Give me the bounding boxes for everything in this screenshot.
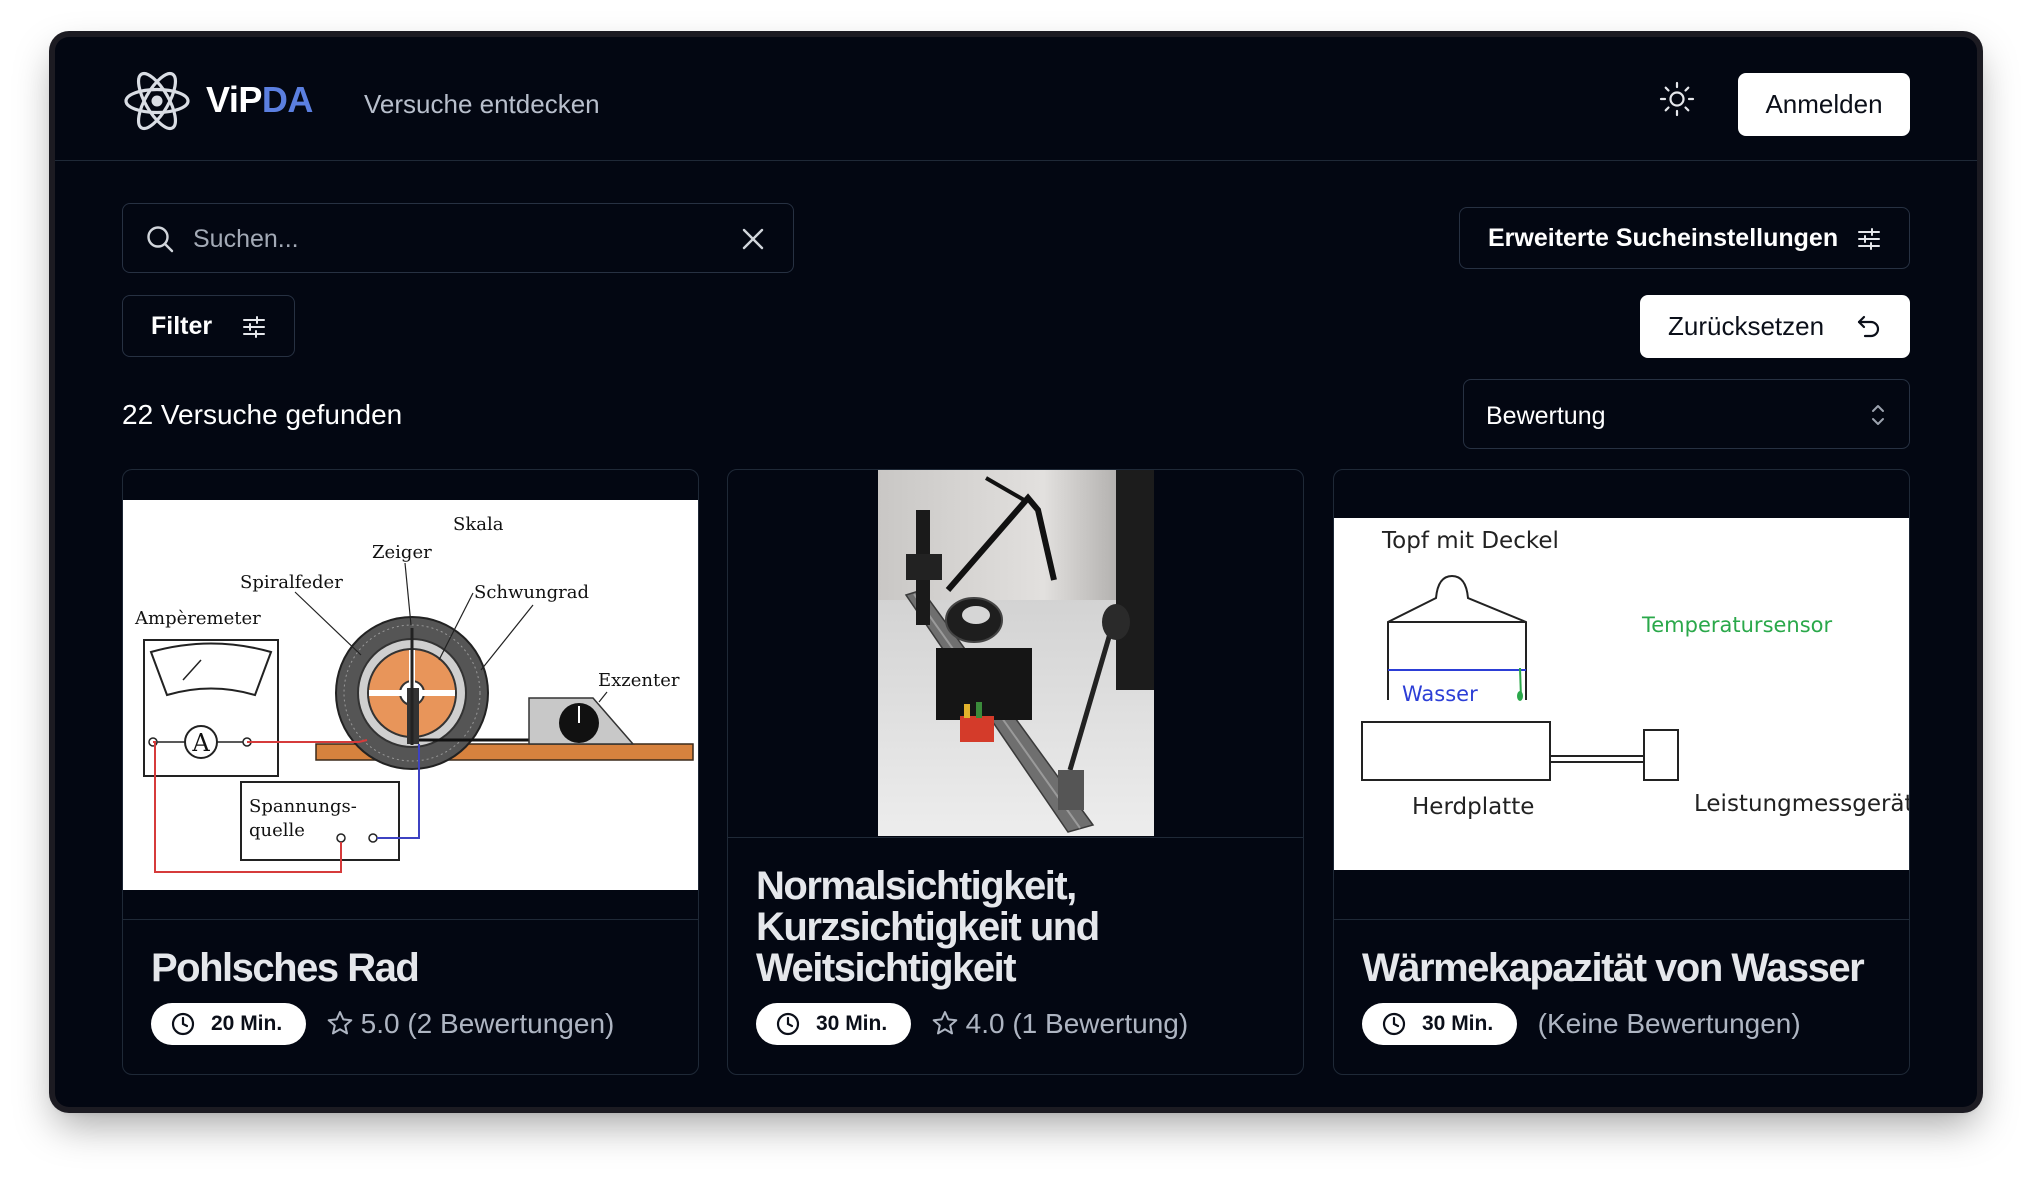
rating-text: 4.0 (1 Bewertung): [965, 1008, 1189, 1039]
result-count: 22 Versuche gefunden: [122, 399, 403, 430]
card-title[interactable]: Pohlsches Rad: [151, 948, 420, 989]
label-wasser: Wasser: [1402, 682, 1478, 706]
optics-setup-photo: [878, 470, 1154, 836]
advanced-search-label: Erweiterte Sucheinstellungen: [1488, 223, 1839, 252]
top-header: ViPDA Versuche entdecken Anmelden: [55, 37, 1977, 161]
label-herdplatte: Herdplatte: [1412, 794, 1534, 820]
clock-icon: [171, 1012, 195, 1036]
label-spannung-2: quelle: [249, 820, 305, 841]
sun-icon[interactable]: [1657, 79, 1697, 119]
nav-discover-link[interactable]: Versuche entdecken: [364, 89, 600, 120]
ammeter-symbol: A: [191, 729, 210, 757]
rating: 4.0 (1 Bewertung): [932, 1003, 1189, 1045]
advanced-search-button[interactable]: Erweiterte Sucheinstellungen: [1459, 207, 1910, 269]
rating-text: (Keine Bewertungen): [1537, 1008, 1801, 1039]
app-window: ViPDA Versuche entdecken Anmelden Suchen…: [55, 37, 1977, 1107]
search-icon: [147, 226, 174, 253]
card-meta: 20 Min. 5.0 (2 Bewertungen): [151, 1003, 614, 1045]
filter-label: Filter: [151, 311, 213, 340]
rating: 5.0 (2 Bewertungen): [327, 1003, 615, 1045]
search-box[interactable]: [122, 203, 794, 273]
duration-badge: 30 Min.: [1362, 1003, 1518, 1045]
card-image: [728, 470, 1303, 838]
experiment-card[interactable]: A Skala Zeiger Spiralfeder Schwungrad Am…: [122, 469, 699, 1075]
label-topf: Topf mit Deckel: [1381, 528, 1559, 554]
brand-accent: DA: [261, 79, 314, 120]
sort-value: Bewertung: [1486, 402, 1606, 430]
rating: (Keine Bewertungen): [1538, 1003, 1801, 1045]
card-image: Topf mit Deckel Temperatursensor Wasser …: [1334, 470, 1909, 920]
card-meta: 30 Min. (Keine Bewertungen): [1362, 1003, 1801, 1045]
rating-text: 5.0 (2 Bewertungen): [360, 1008, 615, 1039]
star-icon: [327, 1011, 352, 1035]
login-button[interactable]: Anmelden: [1738, 73, 1910, 136]
clock-icon: [776, 1012, 800, 1036]
duration-text: 30 Min.: [1422, 1012, 1494, 1035]
label-messgeraet: Leistungmessgerät: [1694, 791, 1910, 817]
label-sensor: Temperatursensor: [1641, 613, 1833, 637]
brand-name[interactable]: ViPDA: [206, 79, 313, 121]
atom-logo-icon[interactable]: [123, 69, 191, 133]
duration-badge: 20 Min.: [151, 1003, 307, 1045]
sliders-icon: [1858, 228, 1880, 250]
label-amperemeter: Ampèremeter: [134, 608, 261, 629]
label-spiralfeder: Spiralfeder: [240, 572, 343, 593]
sort-select[interactable]: Bewertung: [1463, 379, 1910, 449]
duration-text: 20 Min.: [211, 1012, 283, 1035]
undo-icon: [1857, 315, 1880, 338]
card-meta: 30 Min. 4.0 (1 Bewertung): [756, 1003, 1188, 1045]
label-spannung-1: Spannungs-: [249, 796, 357, 817]
label-exzenter: Exzenter: [598, 670, 680, 691]
filter-button[interactable]: Filter: [122, 295, 295, 357]
experiment-card[interactable]: Topf mit Deckel Temperatursensor Wasser …: [1333, 469, 1910, 1075]
experiment-card[interactable]: Normalsichtigkeit, Kurzsichtigkeit und W…: [727, 469, 1304, 1075]
duration-text: 30 Min.: [816, 1012, 888, 1035]
search-input[interactable]: [193, 216, 713, 262]
chevron-up-down-icon: [1872, 405, 1884, 425]
label-zeiger: Zeiger: [372, 542, 432, 563]
duration-badge: 30 Min.: [756, 1003, 912, 1045]
card-title[interactable]: Wärmekapazität von Wasser: [1362, 948, 1865, 989]
clock-icon: [1382, 1012, 1406, 1036]
brand-main: ViP: [206, 79, 262, 120]
label-schwungrad: Schwungrad: [474, 582, 589, 603]
sliders-icon: [243, 316, 265, 338]
star-icon: [932, 1011, 957, 1035]
label-skala: Skala: [453, 514, 504, 535]
heat-capacity-diagram: Topf mit Deckel Temperatursensor Wasser …: [1334, 518, 1910, 870]
card-image: A Skala Zeiger Spiralfeder Schwungrad Am…: [123, 470, 698, 920]
reset-button[interactable]: Zurücksetzen: [1640, 295, 1910, 358]
pohl-wheel-diagram: A Skala Zeiger Spiralfeder Schwungrad Am…: [123, 500, 698, 890]
close-icon[interactable]: [739, 225, 767, 253]
reset-label: Zurücksetzen: [1668, 311, 1825, 341]
card-title[interactable]: Normalsichtigkeit, Kurzsichtigkeit und W…: [756, 866, 1303, 989]
